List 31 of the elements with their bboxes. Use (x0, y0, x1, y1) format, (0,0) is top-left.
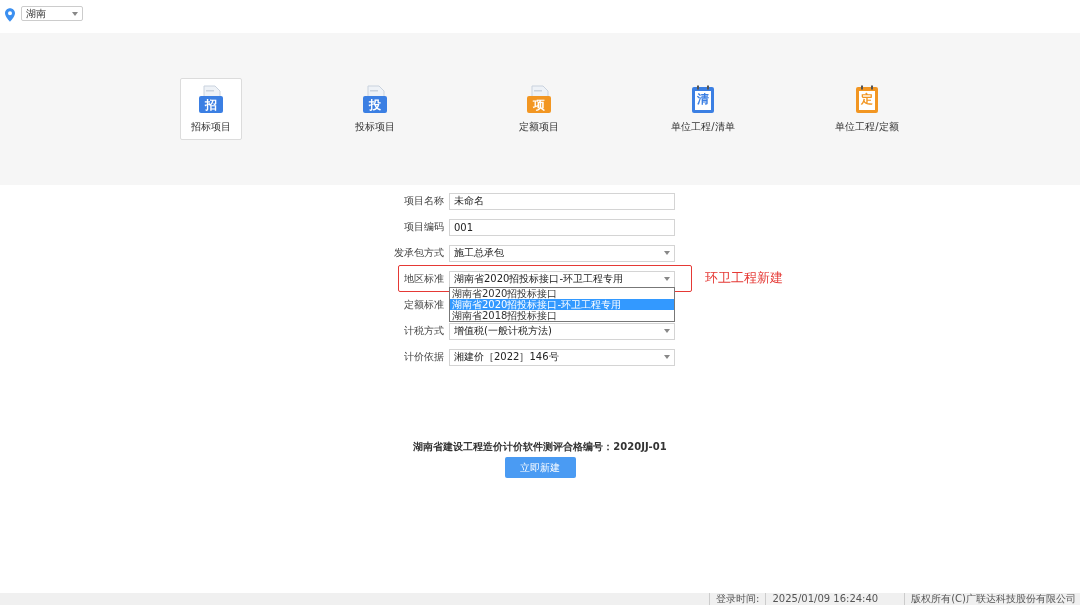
input-field[interactable]: 未命名 (449, 192, 675, 210)
field-label: 地区标准 (403, 272, 445, 286)
project-type-tile[interactable]: 清 单位工程/清单 (666, 78, 740, 140)
field-label: 计税方式 (403, 324, 445, 338)
input-field[interactable]: 001 (449, 218, 675, 236)
project-type-tile[interactable]: 投 投标项目 (344, 78, 406, 140)
caret-icon (72, 11, 78, 16)
project-type-tile[interactable]: 项 定额项目 (508, 78, 570, 140)
status-text: 版权所有(C)广联达科技股份有限公司 (904, 593, 1078, 605)
location-pin-icon (5, 8, 15, 22)
select-field[interactable]: 增值税(一般计税方法) (449, 322, 675, 340)
select-field[interactable]: 湘建价［2022］146号 (449, 348, 675, 366)
status-value: 2025/01/09 16:24:40 (765, 593, 885, 605)
certification-text: 湖南省建设工程造价计价软件测评合格编号：2020JJ-01 (413, 440, 667, 454)
dropdown-option[interactable]: 湖南省2020招投标接口 (450, 287, 674, 299)
dropdown-option[interactable]: 湖南省2018招投标接口 (450, 309, 674, 321)
field-label: 发承包方式 (393, 246, 445, 260)
status-label: 登录时间: (709, 593, 766, 605)
field-label: 项目编码 (403, 220, 445, 234)
caret-icon (664, 277, 670, 281)
caret-icon (664, 355, 670, 359)
annotation-text: 环卫工程新建 (705, 268, 783, 287)
field-label: 定额标准 (403, 298, 445, 312)
project-type-tile[interactable]: 招 招标项目 (180, 78, 242, 140)
region-select[interactable]: 湖南 (21, 6, 83, 21)
caret-icon (664, 251, 670, 255)
select-field[interactable]: 施工总承包 (449, 244, 675, 262)
caret-icon (664, 329, 670, 333)
project-type-tile[interactable]: 定 单位工程/定额 (830, 78, 904, 140)
field-label: 计价依据 (403, 350, 445, 364)
field-label: 项目名称 (403, 194, 445, 208)
